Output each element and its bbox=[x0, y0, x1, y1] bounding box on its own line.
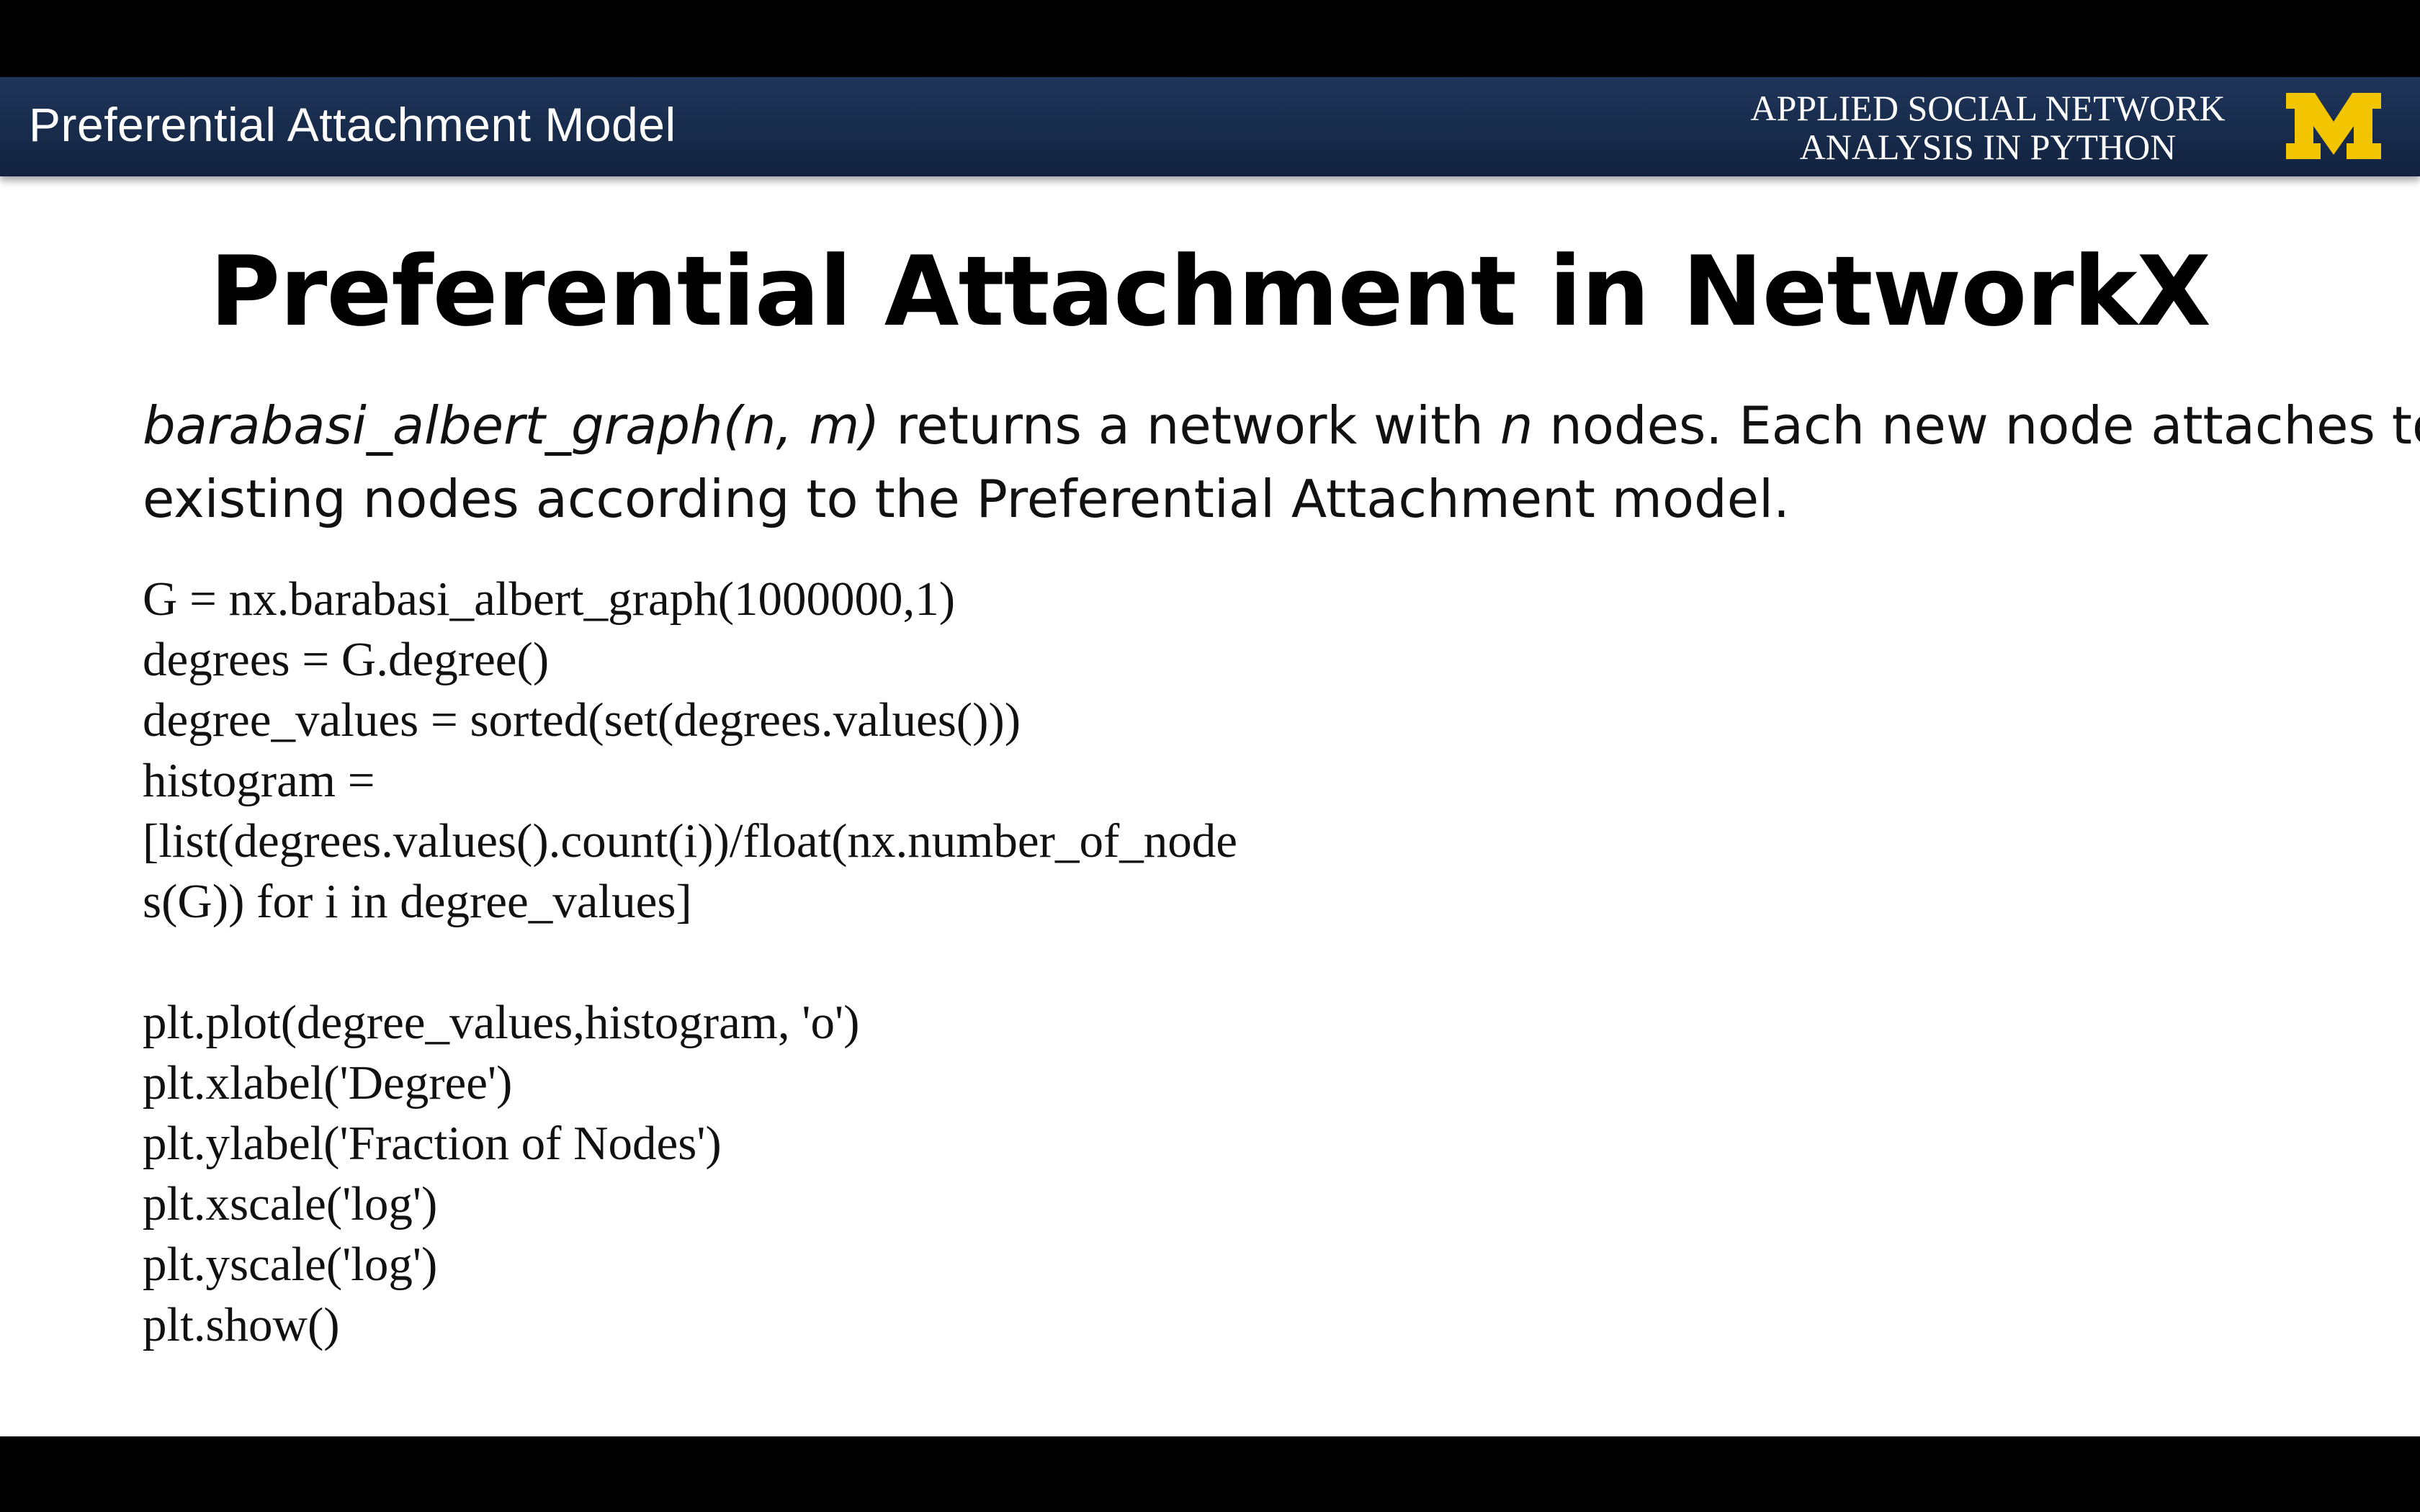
slide-content: Preferential Attachment in NetworkX bara… bbox=[0, 176, 2420, 1436]
code-line: G = nx.barabasi_albert_graph(1000000,1) bbox=[143, 572, 956, 626]
video-frame: Preferential Attachment Model APPLIED SO… bbox=[0, 0, 2420, 1512]
code-line: degrees = G.degree() bbox=[143, 633, 550, 686]
description-line-1: barabasi_albert_graph(n, m) returns a ne… bbox=[143, 389, 2420, 462]
code-line: degree_values = sorted(set(degrees.value… bbox=[143, 693, 1021, 747]
letterbox-bottom bbox=[0, 1436, 2420, 1512]
description-text-1: returns a network with bbox=[879, 395, 1500, 456]
description-text-2: nodes. Each new node attaches to bbox=[1533, 395, 2420, 456]
header-band: Preferential Attachment Model APPLIED SO… bbox=[0, 77, 2420, 176]
code-block: G = nx.barabasi_albert_graph(1000000,1) … bbox=[143, 569, 1237, 1355]
course-name-line-1: APPLIED SOCIAL NETWORK bbox=[1750, 88, 2226, 128]
course-name-line-2: ANALYSIS IN PYTHON bbox=[1799, 127, 2177, 167]
function-signature: barabasi_albert_graph(n, m) bbox=[143, 395, 880, 456]
block-m-logo-icon bbox=[2286, 93, 2381, 159]
letterbox-top bbox=[0, 0, 2420, 77]
course-name: APPLIED SOCIAL NETWORK ANALYSIS IN PYTHO… bbox=[1729, 89, 2247, 166]
code-line: plt.yscale('log') bbox=[143, 1238, 438, 1291]
code-line: plt.show() bbox=[143, 1298, 340, 1351]
code-spacer bbox=[143, 932, 1237, 992]
code-line: plt.plot(degree_values,histogram, 'o') bbox=[143, 996, 860, 1049]
code-line: plt.xscale('log') bbox=[143, 1177, 438, 1230]
function-description: barabasi_albert_graph(n, m) returns a ne… bbox=[143, 389, 2420, 536]
code-line: histogram = bbox=[143, 754, 375, 807]
slide-title: Preferential Attachment in NetworkX bbox=[210, 235, 2211, 348]
code-line: s(G)) for i in degree_values] bbox=[143, 875, 692, 928]
description-line-2: existing nodes according to the Preferen… bbox=[143, 469, 1790, 529]
code-line: plt.xlabel('Degree') bbox=[143, 1056, 513, 1110]
code-line: [list(degrees.values().count(i))/float(n… bbox=[143, 814, 1237, 868]
code-line: plt.ylabel('Fraction of Nodes') bbox=[143, 1117, 722, 1170]
header-title: Preferential Attachment Model bbox=[29, 98, 676, 151]
param-n: n bbox=[1500, 395, 1533, 456]
